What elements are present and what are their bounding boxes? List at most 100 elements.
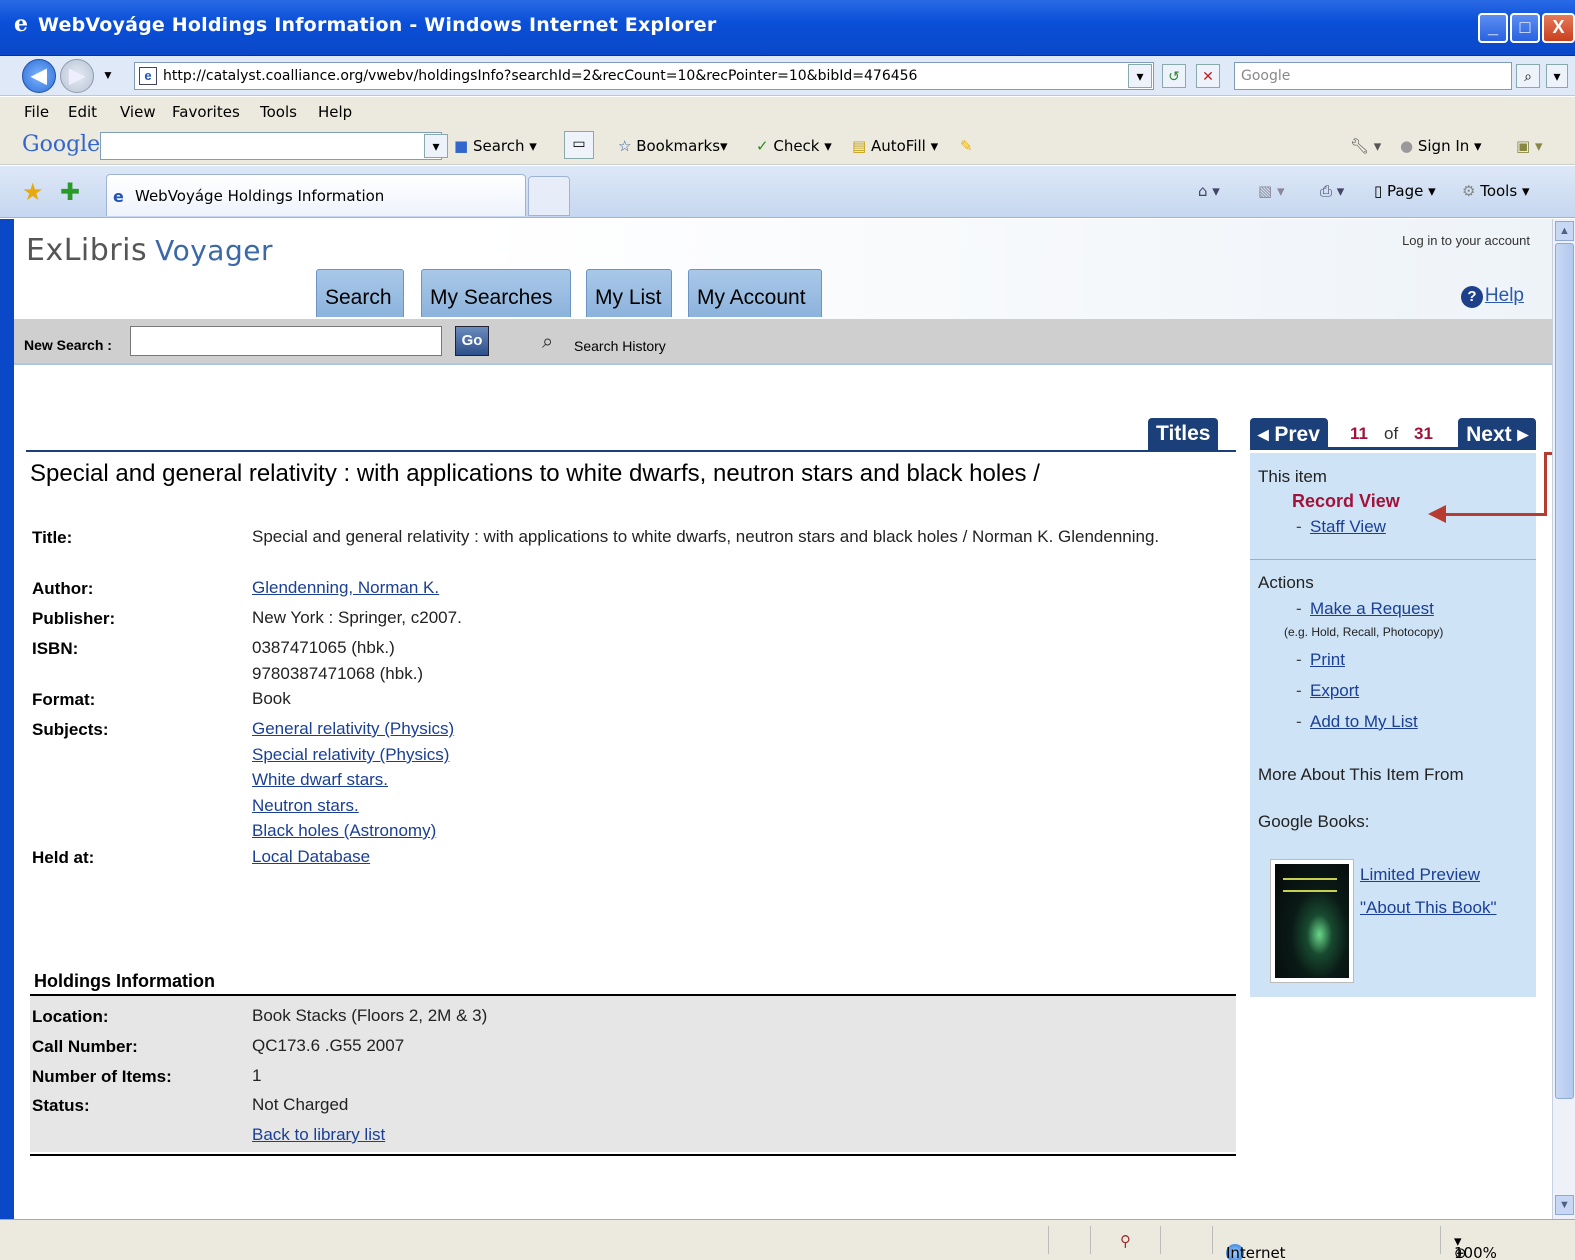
autofill-button[interactable]: ▤ AutoFill ▾ <box>852 137 938 155</box>
holdings-heading: Holdings Information <box>34 971 215 991</box>
tab-webvoyage-holdings[interactable]: e WebVoyáge Holdings Information <box>106 174 526 216</box>
book-cover-image[interactable] <box>1270 859 1354 983</box>
google-toolbar-input[interactable] <box>100 132 442 160</box>
status-divider <box>1440 1226 1441 1254</box>
add-to-my-list-link[interactable]: Add to My List <box>1310 712 1418 732</box>
menu-view[interactable]: View <box>120 103 156 121</box>
call-number-label: Call Number: <box>32 1037 138 1056</box>
privacy-icon[interactable]: ⚲ <box>1120 1232 1131 1250</box>
new-search-input[interactable] <box>130 326 442 356</box>
tab-my-account[interactable]: My Account <box>688 269 822 317</box>
browser-search-input[interactable]: Google <box>1234 62 1512 90</box>
help-link[interactable]: ? Help <box>1460 285 1524 308</box>
minimize-button[interactable]: _ <box>1478 13 1508 43</box>
stop-button[interactable]: ✕ <box>1196 64 1220 88</box>
history-dropdown-icon[interactable]: ▼ <box>102 68 114 82</box>
autofill-icon: ▤ <box>852 137 871 155</box>
site-header: ExLibris Voyager Log in to your account S… <box>14 219 1552 319</box>
format-label: Format: <box>32 690 96 709</box>
isbn-value-1: 0387471065 (hbk.) <box>252 638 395 657</box>
next-button[interactable]: Next ▸ <box>1458 418 1536 450</box>
make-request-link[interactable]: Make a Request <box>1310 599 1434 619</box>
search-icon[interactable]: ⌕ <box>1516 64 1540 88</box>
title-value: Special and general relativity : with ap… <box>252 527 1160 546</box>
login-link[interactable]: Log in <box>1402 233 1437 248</box>
menu-file[interactable]: File <box>24 103 49 121</box>
total-records: 31 <box>1414 424 1433 443</box>
tools-menu-button[interactable]: ⚙ Tools ▾ <box>1462 182 1529 200</box>
close-button[interactable]: X <box>1542 13 1575 43</box>
prev-button[interactable]: ◂ Prev <box>1250 418 1328 450</box>
bullet-dash: - <box>1296 650 1302 669</box>
back-button[interactable]: ◀ <box>22 59 56 93</box>
page-menu-button[interactable]: ▯ Page ▾ <box>1374 182 1436 200</box>
about-this-book-link[interactable]: "About This Book" <box>1360 898 1497 918</box>
back-to-library-list-link[interactable]: Back to library list <box>252 1125 385 1144</box>
annotation-arrow-vertical <box>1544 452 1547 516</box>
scroll-down-icon[interactable]: ▼ <box>1555 1195 1574 1215</box>
address-url[interactable]: http://catalyst.coalliance.org/vwebv/hol… <box>163 68 917 84</box>
forward-button[interactable]: ▶ <box>60 59 94 93</box>
zoom-control[interactable]: ⊕ 100% ▾ <box>1454 1232 1497 1260</box>
login-suffix: to your account <box>1437 233 1530 248</box>
menu-edit[interactable]: Edit <box>68 103 97 121</box>
titles-button[interactable]: Titles <box>1148 418 1219 450</box>
staff-view-link[interactable]: Staff View <box>1310 517 1386 537</box>
popup-blocker-icon[interactable]: ▭ <box>564 131 594 159</box>
highlighter-icon[interactable]: ✎ <box>960 137 973 155</box>
scroll-thumb[interactable] <box>1555 243 1574 1099</box>
book-cover-art <box>1275 864 1349 978</box>
tab-my-list[interactable]: My List <box>586 269 672 317</box>
vertical-scrollbar[interactable]: ▲ ▼ <box>1552 219 1575 1219</box>
page-viewport: ExLibris Voyager Log in to your account S… <box>14 219 1552 1219</box>
author-label: Author: <box>32 579 94 598</box>
search-history-link[interactable]: Search History <box>574 338 666 354</box>
go-button[interactable]: Go <box>455 326 489 356</box>
home-icon[interactable]: ⌂ ▾ <box>1198 182 1220 200</box>
google-search-button[interactable]: ■ Search ▾ <box>454 137 537 155</box>
login-prompt: Log in to your account <box>1402 233 1530 248</box>
maximize-button[interactable]: □ <box>1510 13 1540 43</box>
held-at-label: Held at: <box>32 848 95 867</box>
tab-search[interactable]: Search <box>316 269 404 317</box>
feeds-icon[interactable]: ▧ ▾ <box>1258 182 1284 200</box>
content-top-rule <box>26 450 1236 452</box>
search-options-button[interactable]: ▾ <box>1546 64 1568 88</box>
toolbar-extension-icon[interactable]: ▣ ▾ <box>1516 137 1542 155</box>
menu-help[interactable]: Help <box>318 103 352 121</box>
new-tab-button[interactable] <box>528 176 570 216</box>
tab-my-searches[interactable]: My Searches <box>421 269 571 317</box>
sign-in-circle-icon: ● <box>1400 137 1418 155</box>
autofill-label: AutoFill ▾ <box>870 137 939 155</box>
menu-favorites[interactable]: Favorites <box>172 103 240 121</box>
print-link[interactable]: Print <box>1310 650 1345 670</box>
bookmarks-button[interactable]: ☆ Bookmarks▾ <box>618 137 728 155</box>
print-icon[interactable]: ⎙ ▾ <box>1320 182 1344 200</box>
wrench-icon[interactable]: 🔧︎ ▾ <box>1350 137 1381 155</box>
scroll-up-icon[interactable]: ▲ <box>1555 221 1574 241</box>
author-link[interactable]: Glendenning, Norman K. <box>252 578 439 597</box>
search-history-icon[interactable]: ⌕ <box>542 331 553 354</box>
google-input-dropdown[interactable]: ▾ <box>424 134 448 158</box>
menu-tools[interactable]: Tools <box>260 103 297 121</box>
add-favorites-icon[interactable]: ✚ <box>60 178 80 207</box>
subject-link[interactable]: White dwarf stars. <box>252 770 388 789</box>
spellcheck-button[interactable]: ✓ Check ▾ <box>756 137 832 155</box>
favorites-center-icon[interactable]: ★ <box>22 178 44 207</box>
address-dropdown-button[interactable]: ▾ <box>1128 64 1152 88</box>
held-at-link[interactable]: Local Database <box>252 847 370 866</box>
tools-menu-label: Tools ▾ <box>1480 182 1530 200</box>
location-value: Book Stacks (Floors 2, 2M & 3) <box>252 1006 488 1025</box>
actions-heading: Actions <box>1258 573 1314 592</box>
address-bar[interactable]: e http://catalyst.coalliance.org/vwebv/h… <box>134 62 1154 90</box>
address-toolbar: ◀ ▶ ▼ e http://catalyst.coalliance.org/v… <box>0 56 1575 96</box>
refresh-button[interactable]: ↺ <box>1162 64 1186 88</box>
status-divider <box>1090 1226 1091 1254</box>
subject-link[interactable]: Special relativity (Physics) <box>252 745 449 764</box>
subject-link[interactable]: General relativity (Physics) <box>252 719 454 738</box>
sign-in-button[interactable]: ● Sign In ▾ <box>1400 137 1482 155</box>
limited-preview-link[interactable]: Limited Preview <box>1360 865 1480 885</box>
subject-link[interactable]: Neutron stars. <box>252 796 359 815</box>
subject-link[interactable]: Black holes (Astronomy) <box>252 821 436 840</box>
export-link[interactable]: Export <box>1310 681 1359 701</box>
